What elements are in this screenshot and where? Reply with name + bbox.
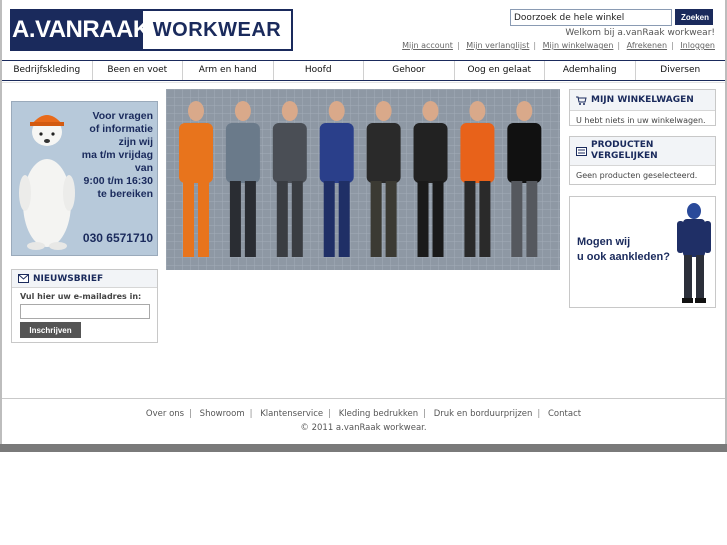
link-cart[interactable]: Mijn winkelwagen <box>543 41 614 50</box>
cart-header: MIJN WINKELWAGEN <box>570 90 715 111</box>
contact-line: ma t/m vrijdag <box>81 149 153 161</box>
link-my-account[interactable]: Mijn account <box>402 41 453 50</box>
footer-link-prijzen[interactable]: Druk en borduurprijzen <box>434 409 533 419</box>
contact-banner[interactable]: Voor vragen of informatie zijn wij ma t/… <box>11 101 158 256</box>
search-input[interactable] <box>510 9 672 26</box>
link-checkout[interactable]: Afrekenen <box>627 41 667 50</box>
link-wishlist[interactable]: Mijn verlanglijst <box>466 41 529 50</box>
envelope-icon <box>18 274 29 283</box>
newsletter-box: NIEUWSBRIEF Vul hier uw e-mailadres in: … <box>11 269 158 343</box>
account-links: Mijn account | Mijn verlanglijst | Mijn wi… <box>402 41 715 50</box>
footer-links: Over ons | Showroom | Klantenservice | Kled… <box>145 409 582 419</box>
compare-title-line2: VERGELIJKEN <box>591 151 658 161</box>
compare-empty-text: Geen producten geselecteerd. <box>576 171 698 180</box>
nav-item-hoofd[interactable]: Hoofd <box>274 61 364 80</box>
contact-line: te bereiken <box>97 188 153 200</box>
footer-link-over-ons[interactable]: Over ons <box>146 409 184 419</box>
subscribe-button[interactable]: Inschrijven <box>20 322 81 338</box>
worker-figure-icon <box>677 203 711 303</box>
contact-line: van <box>134 162 153 174</box>
promo-line2: u ook aankleden? <box>577 251 670 263</box>
cart-title: MIJN WINKELWAGEN <box>591 95 694 105</box>
logo-workwear-text: WORKWEAR <box>152 19 282 41</box>
compare-title-line1: PRODUCTEN <box>591 140 654 150</box>
compare-header: PRODUCTEN VERGELIJKEN <box>570 137 715 166</box>
nav-item-been-en-voet[interactable]: Been en voet <box>93 61 183 80</box>
page-bottom-bar <box>0 444 727 452</box>
footer-link-klantenservice[interactable]: Klantenservice <box>260 409 323 419</box>
nav-item-ademhaling[interactable]: Ademhaling <box>545 61 636 80</box>
nav-item-diversen[interactable]: Diversen <box>636 61 726 80</box>
footer-divider <box>2 398 725 399</box>
nav-item-gehoor[interactable]: Gehoor <box>364 61 455 80</box>
cart-box: MIJN WINKELWAGEN U hebt niets in uw wink… <box>569 89 716 126</box>
contact-line: zijn wij <box>118 136 153 148</box>
compare-icon <box>576 146 587 156</box>
nav-item-oog-en-gelaat[interactable]: Oog en gelaat <box>455 61 545 80</box>
footer-link-contact[interactable]: Contact <box>548 409 581 419</box>
hero-banner[interactable] <box>166 89 560 270</box>
contact-line: of informatie <box>89 123 153 135</box>
logo-brand-text: A.VANRAAK <box>12 11 150 49</box>
promo-line1: Mogen wij <box>577 236 631 248</box>
workers-group-image <box>166 89 560 270</box>
site-logo[interactable]: A.VANRAAK WORKWEAR <box>10 9 293 51</box>
newsletter-label: Vul hier uw e-mailadres in: <box>20 292 142 301</box>
contact-phone: 030 6571710 <box>82 231 153 245</box>
link-login[interactable]: Inloggen <box>680 41 715 50</box>
footer-link-kleding-bedrukken[interactable]: Kleding bedrukken <box>339 409 418 419</box>
promo-banner[interactable]: Mogen wij u ook aankleden? <box>569 196 716 308</box>
promo-text: Mogen wij u ook aankleden? <box>577 235 670 265</box>
copyright: © 2011 a.vanRaak workwear. <box>300 423 427 433</box>
compare-title: PRODUCTEN VERGELIJKEN <box>591 140 658 162</box>
nav-item-arm-en-hand[interactable]: Arm en hand <box>183 61 274 80</box>
footer-link-showroom[interactable]: Showroom <box>200 409 245 419</box>
main-nav: Bedrijfskleding Been en voet Arm en hand… <box>2 60 725 81</box>
contact-hours-text: Voor vragen of informatie zijn wij ma t/… <box>73 110 153 201</box>
cart-empty-text: U hebt niets in uw winkelwagen. <box>576 116 706 125</box>
contact-line: 9:00 t/m 16:30 <box>83 175 153 187</box>
cart-icon <box>576 96 587 105</box>
contact-line: Voor vragen <box>92 110 154 122</box>
welcome-message: Welkom bij a.vanRaak workwear! <box>565 28 715 38</box>
polar-bear-mascot-icon <box>19 115 75 250</box>
nav-item-bedrijfskleding[interactable]: Bedrijfskleding <box>2 61 93 80</box>
newsletter-email-field[interactable] <box>20 304 150 319</box>
newsletter-header: NIEUWSBRIEF <box>12 270 157 288</box>
search-button[interactable]: Zoeken <box>675 9 713 25</box>
compare-box: PRODUCTEN VERGELIJKEN Geen producten ges… <box>569 136 716 185</box>
newsletter-title: NIEUWSBRIEF <box>33 273 104 284</box>
nav-divider <box>2 82 725 83</box>
